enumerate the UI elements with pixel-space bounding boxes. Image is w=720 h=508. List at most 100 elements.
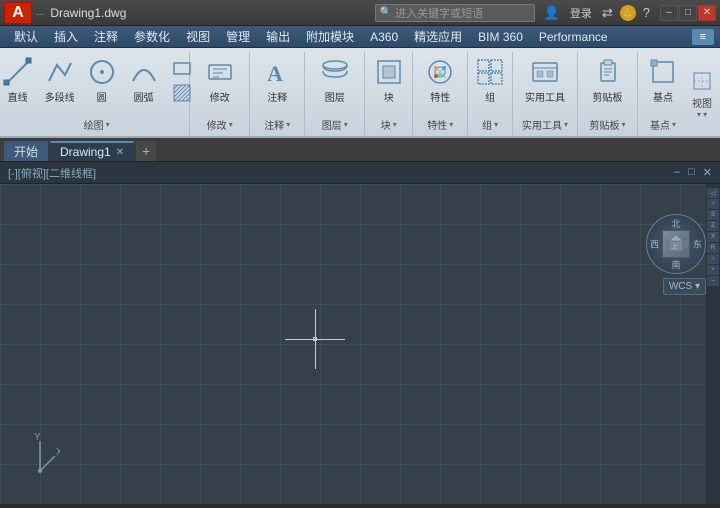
draw-row-1: 直线 多段线 <box>0 54 196 106</box>
ribbon-group-clipboard: 剪贴板 剪贴板 ▾ <box>578 52 638 136</box>
menu-parametric[interactable]: 参数化 <box>126 26 178 47</box>
polyline-label: 多段线 <box>45 89 75 104</box>
view-drop[interactable]: ▾ ▾ <box>697 110 707 119</box>
basepoint-group-label[interactable]: 基点 ▾ <box>642 117 684 134</box>
close-btn[interactable]: ✕ <box>698 5 716 21</box>
ribbon-group-modify: 修改 修改 ▾ <box>190 52 250 136</box>
group-label: 组 <box>485 89 495 104</box>
help-icon[interactable]: ? <box>640 5 653 20</box>
toolbar-btn-3[interactable]: S <box>707 210 719 220</box>
info-icon[interactable]: △ <box>620 5 636 21</box>
view-cube-center[interactable]: 上 <box>662 230 690 258</box>
toolbar-btn-2[interactable]: ○ <box>707 199 719 209</box>
title-bar: A ... Drawing1.dwg 🔍 进入关键字或短语 👤 登录 ⇄ △ ?… <box>0 0 720 26</box>
view-cube[interactable]: 北 南 东 西 上 <box>646 214 706 274</box>
menu-view[interactable]: 视图 <box>178 26 218 47</box>
tab-bar: 开始 Drawing1 ✕ + <box>0 138 720 162</box>
basepoint-tool[interactable]: 基点 <box>643 54 683 106</box>
utilities-icon <box>529 56 561 88</box>
maximize-btn[interactable]: □ <box>679 5 697 21</box>
exchange-icon[interactable]: ⇄ <box>599 5 616 21</box>
toolbar-btn-1[interactable]: ◁ <box>707 188 719 198</box>
line-label: 直线 <box>8 89 28 104</box>
ribbon-group-draw: 直线 多段线 <box>4 52 190 136</box>
menu-performance[interactable]: Performance <box>531 28 616 46</box>
tab-add-btn[interactable]: + <box>136 141 156 161</box>
line-tool[interactable]: 直线 <box>0 54 38 106</box>
menu-collapse-btn[interactable]: ≡ <box>692 29 714 45</box>
menu-insert[interactable]: 插入 <box>46 26 86 47</box>
tab-drawing1[interactable]: Drawing1 ✕ <box>50 141 134 161</box>
toolbar-btn-8[interactable]: + <box>707 265 719 275</box>
arc-label: 圆弧 <box>134 89 154 104</box>
polyline-icon <box>44 56 76 88</box>
ribbon-group-basepoint: 基点 基点 ▾ <box>638 52 688 136</box>
view-tool[interactable] <box>688 69 716 93</box>
properties-label: 特性 <box>430 89 450 104</box>
menu-bar: 默认 插入 注释 参数化 视图 管理 输出 附加模块 A360 精选应用 BIM… <box>0 26 720 48</box>
line-icon <box>2 56 34 88</box>
tab-close-btn[interactable]: ✕ <box>116 147 124 158</box>
ribbon-group-layer: 图层 图层 ▾ <box>305 52 365 136</box>
modify-tool[interactable]: 修改 <box>200 54 240 106</box>
layer-tool[interactable]: 图层 <box>315 54 355 106</box>
clipboard-tool[interactable]: 剪贴板 <box>588 54 628 106</box>
arc-icon <box>128 56 160 88</box>
tab-start[interactable]: 开始 <box>4 141 48 161</box>
minimize-btn[interactable]: – <box>660 5 678 21</box>
y-axis-label: Y <box>34 432 41 443</box>
canvas-maximize-btn[interactable]: □ <box>688 166 695 179</box>
menu-annotate[interactable]: 注释 <box>86 26 126 47</box>
ribbon-view-controls: 视图 ▾ ▾ <box>688 52 720 136</box>
block-tool[interactable]: 块 <box>369 54 409 106</box>
clipboard-group-label[interactable]: 剪贴板 ▾ <box>582 117 633 134</box>
modify-group-label[interactable]: 修改 ▾ <box>194 117 245 134</box>
annotate-tool[interactable]: A 注释 <box>257 54 297 106</box>
menu-default[interactable]: 默认 <box>6 26 46 47</box>
canvas-area[interactable]: [-][俯视][二维线框] – □ ✕ 北 南 东 西 <box>0 162 720 504</box>
utilities-group-label[interactable]: 实用工具 ▾ <box>517 117 573 134</box>
layer-group-label[interactable]: 图层 ▾ <box>309 117 360 134</box>
wcs-button[interactable]: WCS ▾ <box>663 278 706 295</box>
group-group-label[interactable]: 组 ▾ <box>472 117 508 134</box>
menu-a360[interactable]: A360 <box>362 28 406 46</box>
annotate-group-label[interactable]: 注释 ▾ <box>254 117 300 134</box>
properties-tool[interactable]: 特性 <box>420 54 460 106</box>
circle-icon <box>86 56 118 88</box>
toolbar-btn-4[interactable]: Z <box>707 221 719 231</box>
toolbar-btn-6[interactable]: R <box>707 243 719 253</box>
toolbar-btn-5[interactable]: X <box>707 232 719 242</box>
menu-output[interactable]: 输出 <box>258 26 298 47</box>
canvas-header-label: [-][俯视][二维线框] <box>8 165 96 181</box>
arc-tool[interactable]: 圆弧 <box>124 54 164 106</box>
canvas-close-btn[interactable]: ✕ <box>703 166 712 179</box>
menu-featured[interactable]: 精选应用 <box>406 26 470 47</box>
compass-ring: 北 南 东 西 上 <box>646 214 706 274</box>
compass-east: 东 <box>693 238 702 251</box>
properties-group-label[interactable]: 特性 ▾ <box>417 117 463 134</box>
app-logo: A <box>4 2 32 24</box>
toolbar-btn-7[interactable]: ↕ <box>707 254 719 264</box>
utilities-tool[interactable]: 实用工具 <box>521 54 569 106</box>
menu-manage[interactable]: 管理 <box>218 26 258 47</box>
title-right-icons: 👤 登录 ⇄ △ ? <box>541 5 653 21</box>
block-icon <box>373 56 405 88</box>
ribbon-group-utilities: 实用工具 实用工具 ▾ <box>513 52 578 136</box>
svg-text:上: 上 <box>672 243 677 250</box>
group-tool[interactable]: 组 <box>470 54 510 106</box>
circle-tool[interactable]: 圆 <box>82 54 122 106</box>
user-icon[interactable]: 👤 <box>541 5 563 21</box>
search-input[interactable]: 🔍 进入关键字或短语 <box>375 4 535 22</box>
grid-canvas[interactable]: 北 南 东 西 上 WCS ▾ ◁ ○ S <box>0 184 720 504</box>
canvas-header-right: – □ ✕ <box>674 166 712 179</box>
ribbon-group-properties: 特性 特性 ▾ <box>413 52 468 136</box>
view-icon <box>691 70 713 92</box>
polyline-tool[interactable]: 多段线 <box>40 54 80 106</box>
draw-group-label[interactable]: 绘图 ▾ <box>8 117 185 134</box>
login-btn[interactable]: 登录 <box>567 5 595 21</box>
block-group-label[interactable]: 块 ▾ <box>369 117 408 134</box>
canvas-minimize-btn[interactable]: – <box>674 166 680 179</box>
toolbar-btn-9[interactable]: – <box>707 276 719 286</box>
menu-addons[interactable]: 附加模块 <box>298 26 362 47</box>
menu-bim360[interactable]: BIM 360 <box>470 28 531 46</box>
